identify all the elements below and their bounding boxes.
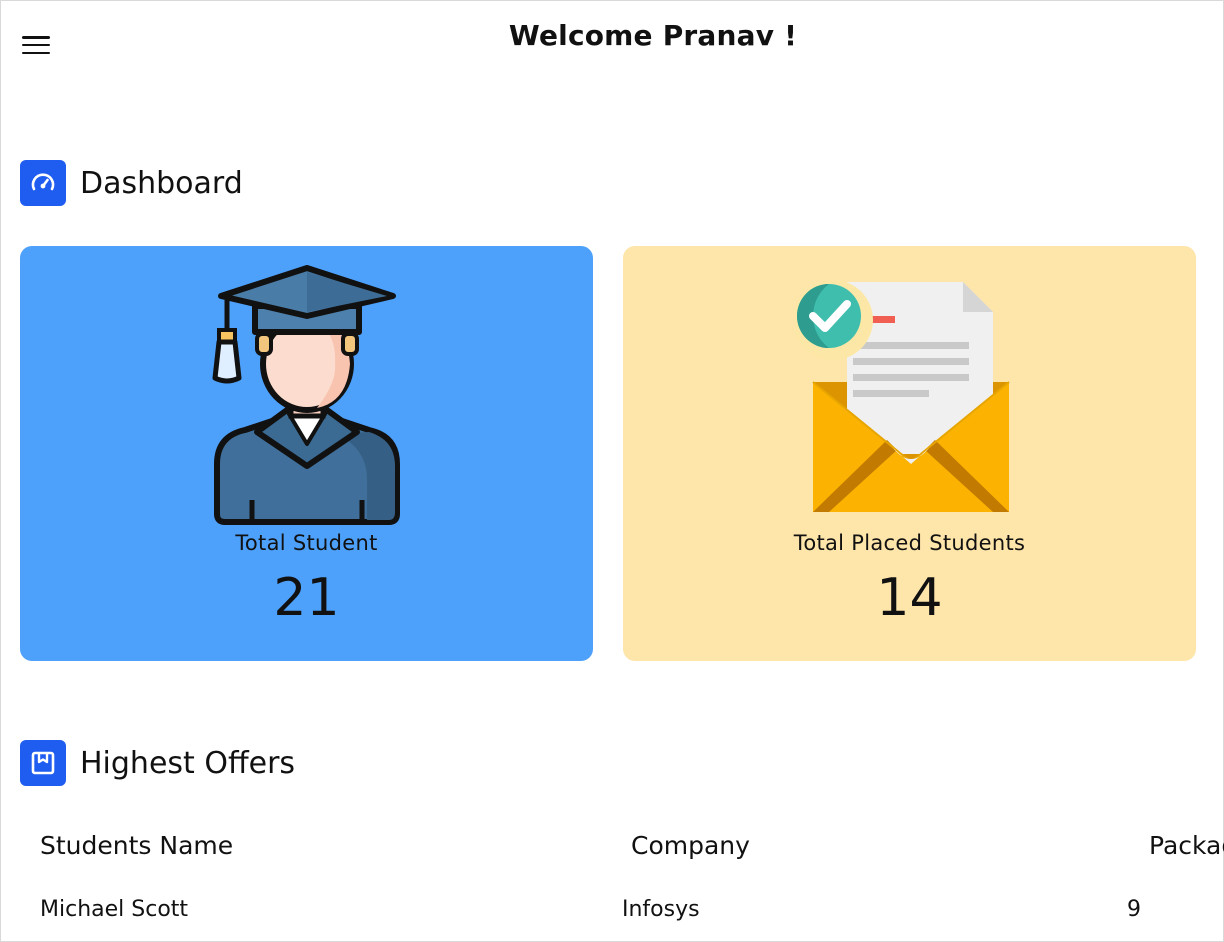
dashboard-title: Dashboard [80,165,243,201]
welcome-heading: Welcome Pranav ! [508,19,798,52]
total-placed-students-card[interactable]: Total Placed Students 14 [623,246,1196,661]
dashboard-section-header: Dashboard [20,160,243,206]
graduate-student-icon [20,264,593,529]
table-row-company: Infosys [622,897,700,922]
total-student-label: Total Student [235,531,378,555]
table-row-package: 9 [1127,897,1141,922]
column-header-students-name[interactable]: Students Name [40,831,233,860]
total-student-value: 21 [273,568,340,628]
total-placed-students-value: 14 [876,568,943,628]
highest-offers-section-header: Highest Offers [20,740,295,786]
speedometer-icon [20,160,66,206]
table-row-student-name: Michael Scott [40,897,189,922]
column-header-package[interactable]: Package [1149,831,1224,860]
total-placed-students-label: Total Placed Students [793,531,1026,555]
column-header-company[interactable]: Company [631,831,750,860]
highest-offers-title: Highest Offers [80,745,296,781]
offer-letter-envelope-icon [623,264,1196,519]
bookmark-box-icon [20,740,66,786]
total-student-card[interactable]: Total Student 21 [20,246,593,661]
